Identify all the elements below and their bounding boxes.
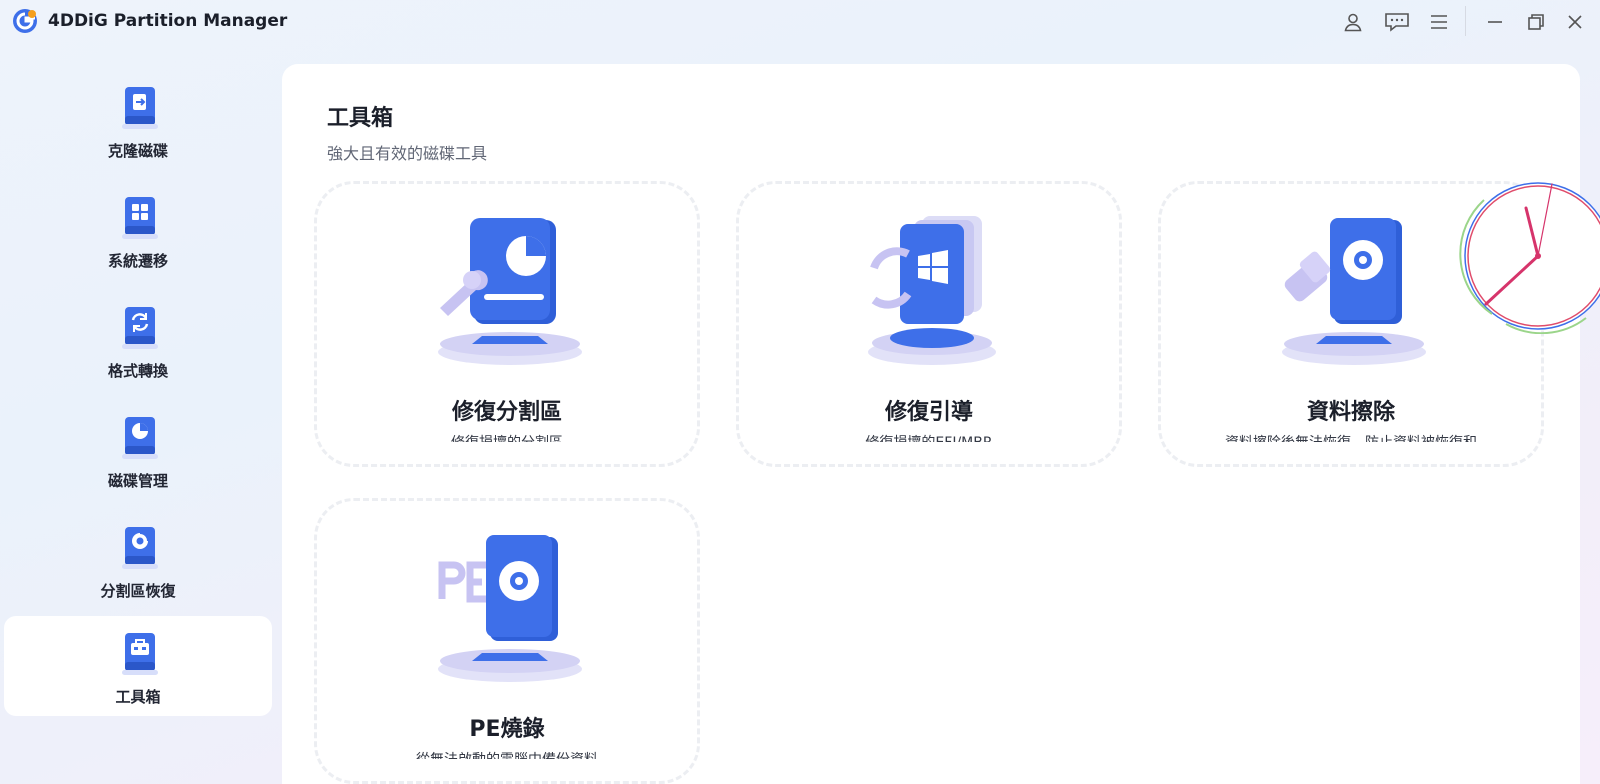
title-bar-divider [1465,6,1466,36]
tool-card-pe-burn[interactable]: PE燒錄 從無法啟動的電腦中備份資料 [314,498,700,784]
repair-boot-icon [852,210,1012,370]
feedback-icon[interactable] [1382,8,1412,36]
clone-disk-icon [122,86,158,130]
repair-partition-icon [430,210,590,370]
pe-burn-icon [430,527,590,687]
restore-icon[interactable] [1521,8,1551,36]
sidebar-item-partition-recovery[interactable]: 分割區恢復 [4,510,272,610]
format-convert-icon [122,306,158,350]
sidebar: 克隆磁碟 系統遷移 格式轉換 磁碟管理 分割區恢復 工具箱 [0,60,276,784]
tool-card-title: 修復分割區 [451,400,562,425]
user-icon[interactable] [1338,8,1368,36]
system-migration-icon [122,196,158,240]
sidebar-item-disk-management[interactable]: 磁碟管理 [4,400,272,500]
title-bar: 4DDiG Partition Manager [0,0,1600,44]
tool-card-title: 資料擦除 [1306,400,1395,425]
clock-icon[interactable] [1458,178,1600,335]
minimize-icon[interactable] [1480,8,1510,36]
page-subtitle: 強大且有效的磁碟工具 [327,144,488,163]
data-wipe-icon [1274,210,1434,370]
tool-card-desc: 修復損壞的EFI/MBR [739,432,1119,442]
sidebar-item-label: 格式轉換 [107,362,168,380]
partition-recovery-icon [122,526,158,570]
tool-card-desc: 從無法啟動的電腦中備份資料 [317,749,697,759]
sidebar-item-label: 工具箱 [115,688,161,706]
app-title: 4DDiG Partition Manager [48,11,288,31]
disk-management-icon [122,416,158,460]
sidebar-item-label: 系統遷移 [107,252,168,270]
tool-card-title: 修復引導 [884,400,973,425]
app-logo [12,8,38,34]
sidebar-item-label: 克隆磁碟 [107,142,168,160]
main-panel: 工具箱 強大且有效的磁碟工具 修復分割區 修復損壞的分割區 [282,64,1580,784]
sidebar-item-system-migration[interactable]: 系統遷移 [4,180,272,280]
tool-card-repair-partition[interactable]: 修復分割區 修復損壞的分割區 [314,181,700,467]
close-icon[interactable] [1560,8,1590,36]
toolbox-icon [122,632,158,676]
sidebar-item-format-convert[interactable]: 格式轉換 [4,290,272,390]
sidebar-item-clone-disk[interactable]: 克隆磁碟 [4,70,272,170]
tool-card-desc: 修復損壞的分割區 [317,432,697,442]
tool-card-desc: 資料擦除後無法恢復，防止資料被恢復和 [1161,432,1541,442]
page-title: 工具箱 [327,106,394,131]
sidebar-item-toolbox[interactable]: 工具箱 [4,616,272,716]
tool-card-repair-boot[interactable]: 修復引導 修復損壞的EFI/MBR [736,181,1122,467]
sidebar-item-label: 磁碟管理 [107,472,168,490]
menu-icon[interactable] [1424,8,1454,36]
tool-card-title: PE燒錄 [469,717,545,742]
sidebar-item-label: 分割區恢復 [100,582,176,600]
